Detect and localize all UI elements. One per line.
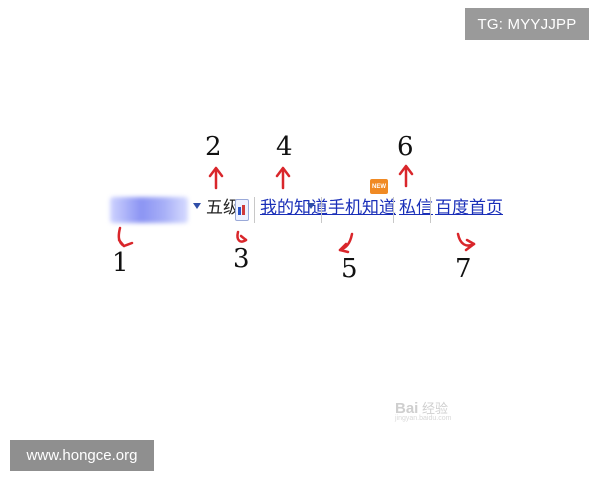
annotation-number-2: 2 [205,132,222,162]
baidu-jingyan-watermark: Bai 经验 jingyan.baidu.com [395,398,480,428]
site-label: www.hongce.org [10,440,154,471]
watermark-suffix: 经验 [421,401,448,416]
annotation-number-6: 6 [397,132,414,162]
annotation-number-3: 3 [233,244,250,274]
annotation-number-5: 5 [341,254,358,284]
annotation-number-1: 1 [112,248,129,278]
annotation-arrows [117,164,476,254]
annotation-number-7: 7 [455,254,472,284]
watermark-url: jingyan.baidu.com [395,415,452,422]
annotation-number-4: 4 [276,132,293,162]
